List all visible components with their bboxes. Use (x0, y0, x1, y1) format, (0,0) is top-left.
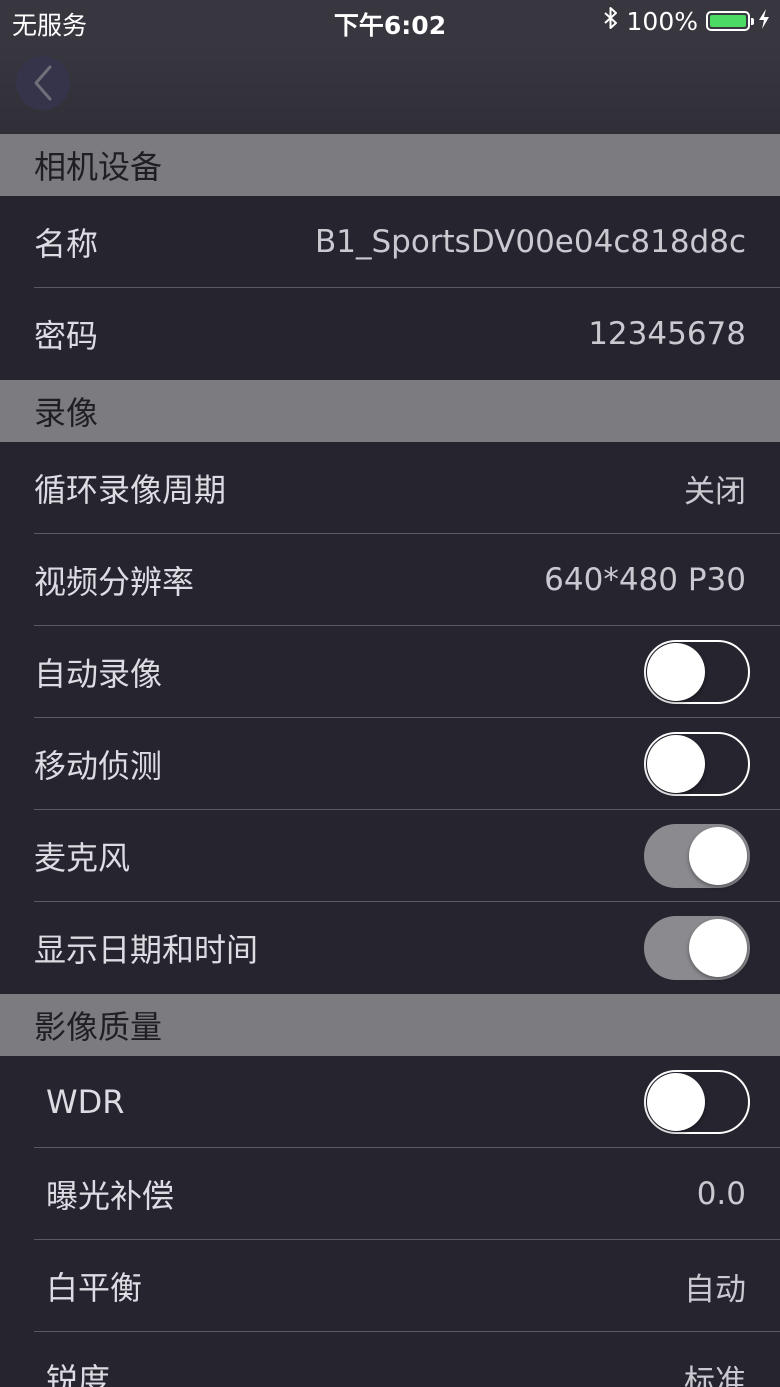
row-value: 自动 (684, 1271, 746, 1308)
row-label: 显示日期和时间 (34, 931, 259, 969)
microphone-toggle[interactable] (644, 824, 750, 888)
row-loop-recording[interactable]: 循环录像周期 关闭 (0, 442, 780, 534)
row-auto-record: 自动录像 (0, 626, 780, 718)
row-label: 视频分辨率 (34, 563, 195, 601)
row-sharpness[interactable]: 锐度 标准 (0, 1332, 780, 1387)
battery-fill (710, 15, 746, 27)
battery-icon (706, 11, 754, 31)
row-motion-detection: 移动侦测 (0, 718, 780, 810)
row-label: WDR (46, 1083, 125, 1121)
row-label: 自动录像 (34, 655, 163, 693)
row-password[interactable]: 密码 12345678 (0, 288, 780, 380)
row-exposure-compensation[interactable]: 曝光补偿 0.0 (0, 1148, 780, 1240)
toggle-knob (647, 735, 705, 793)
section-header-recording: 录像 (0, 380, 780, 442)
show-datetime-toggle[interactable] (644, 916, 750, 980)
row-wdr: WDR (0, 1056, 780, 1148)
battery-percent: 100% (626, 6, 698, 36)
row-value: 关闭 (684, 473, 746, 510)
navigation-bar (0, 42, 780, 134)
toggle-knob (647, 1073, 705, 1131)
row-device-name[interactable]: 名称 B1_SportsDV00e04c818d8c (0, 196, 780, 288)
battery-tip (751, 18, 754, 25)
row-value: 640*480 P30 (544, 562, 746, 598)
charging-icon (758, 7, 770, 36)
status-bar: 无服务 下午6:02 100% (0, 0, 780, 42)
auto-record-toggle[interactable] (644, 640, 750, 704)
row-microphone: 麦克风 (0, 810, 780, 902)
back-button[interactable] (16, 56, 70, 110)
row-label: 名称 (34, 225, 99, 263)
toggle-knob (689, 919, 747, 977)
wdr-toggle[interactable] (644, 1070, 750, 1134)
row-value: 标准 (684, 1363, 746, 1387)
row-label: 移动侦测 (34, 747, 163, 785)
chevron-left-icon (34, 65, 52, 101)
row-white-balance[interactable]: 白平衡 自动 (0, 1240, 780, 1332)
row-value: B1_SportsDV00e04c818d8c (314, 224, 746, 260)
row-label: 麦克风 (34, 839, 131, 877)
row-show-datetime: 显示日期和时间 (0, 902, 780, 994)
row-label: 密码 (34, 317, 99, 355)
section-header-image-quality: 影像质量 (0, 994, 780, 1056)
row-label: 白平衡 (46, 1269, 143, 1307)
row-video-resolution[interactable]: 视频分辨率 640*480 P30 (0, 534, 780, 626)
motion-detection-toggle[interactable] (644, 732, 750, 796)
row-label: 锐度 (46, 1361, 111, 1387)
row-label: 曝光补偿 (46, 1177, 175, 1215)
toggle-knob (689, 827, 747, 885)
settings-list: 相机设备 名称 B1_SportsDV00e04c818d8c 密码 12345… (0, 134, 780, 1387)
row-value: 12345678 (588, 316, 746, 352)
settings-screen: 无服务 下午6:02 100% 相机设备 名称 B1_SportsDV00e04… (0, 0, 780, 1387)
status-right: 100% (603, 6, 770, 36)
bluetooth-icon (603, 6, 619, 36)
toggle-knob (647, 643, 705, 701)
section-header-camera: 相机设备 (0, 134, 780, 196)
row-value: 0.0 (696, 1176, 746, 1212)
row-label: 循环录像周期 (34, 471, 227, 509)
